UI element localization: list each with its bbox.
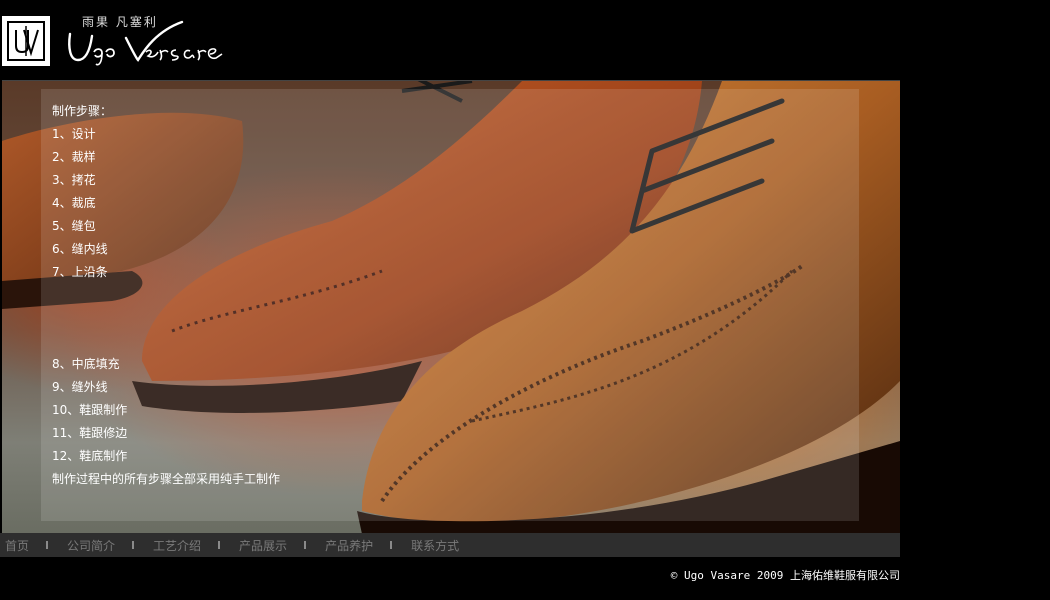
nav-separator — [218, 541, 221, 549]
step-2: 2、裁样 — [52, 150, 96, 164]
nav-separator — [46, 541, 49, 549]
steps-title: 制作步骤： — [52, 104, 113, 118]
nav-product-care[interactable]: 产品养护 — [325, 537, 373, 554]
step-7: 7、上沿条 — [52, 265, 108, 279]
step-5: 5、缝包 — [52, 219, 96, 233]
step-4: 4、裁底 — [52, 196, 96, 210]
uv-monogram-icon — [15, 26, 39, 57]
nav-contact[interactable]: 联系方式 — [411, 537, 459, 554]
step-6: 6、缝内线 — [52, 242, 108, 256]
footer-copyright: © Ugo Vasare 2009 上海佑维鞋服有限公司 — [671, 567, 900, 583]
nav-separator — [390, 541, 393, 549]
logo-mark[interactable] — [2, 16, 50, 66]
step-3: 3、拷花 — [52, 173, 96, 187]
steps-spacer — [52, 284, 280, 353]
step-12: 12、鞋底制作 — [52, 449, 128, 463]
step-11: 11、鞋跟修边 — [52, 426, 128, 440]
company-name: 上海佑维鞋服有限公司 — [790, 569, 900, 582]
step-1: 1、设计 — [52, 127, 96, 141]
step-8: 8、中底填充 — [52, 357, 120, 371]
nav-separator — [304, 541, 307, 549]
nav-company-profile[interactable]: 公司简介 — [67, 537, 115, 554]
steps-note: 制作过程中的所有步骤全部采用纯手工制作 — [52, 472, 281, 486]
main-nav: 首页 公司简介 工艺介绍 产品展示 产品养护 联系方式 — [0, 533, 900, 557]
step-9: 9、缝外线 — [52, 380, 108, 394]
copyright-text: © Ugo Vasare 2009 — [670, 569, 784, 582]
production-steps: 制作步骤： 1、设计 2、裁样 3、拷花 4、裁底 5、缝包 6、缝内线 7、上… — [52, 100, 280, 491]
nav-products[interactable]: 产品展示 — [239, 537, 287, 554]
nav-home[interactable]: 首页 — [0, 537, 29, 554]
nav-craftsmanship[interactable]: 工艺介绍 — [153, 537, 201, 554]
nav-separator — [132, 541, 135, 549]
step-10: 10、鞋跟制作 — [52, 403, 128, 417]
brand-script-logo[interactable] — [66, 20, 246, 70]
